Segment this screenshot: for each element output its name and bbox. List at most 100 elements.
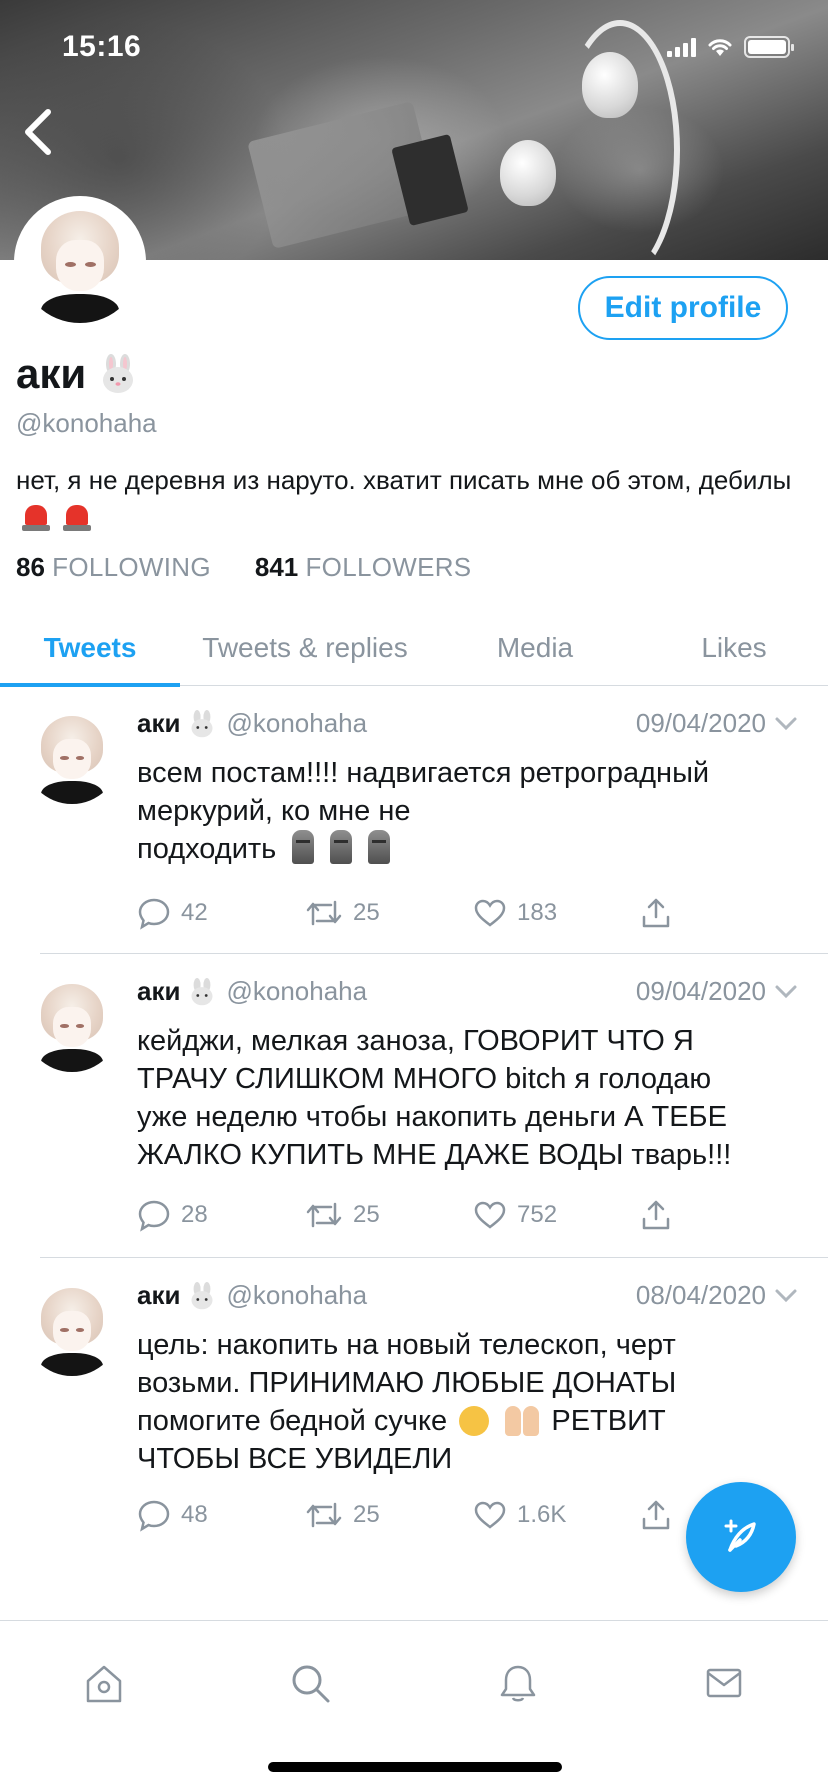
- heart-icon: [474, 1501, 506, 1529]
- nav-home[interactable]: [74, 1653, 134, 1713]
- tweet-text-line: ЧТОБЫ ВСЕ УВИДЕЛИ: [137, 1443, 453, 1475]
- avatar[interactable]: [24, 1280, 120, 1376]
- like-button[interactable]: 183: [473, 898, 641, 928]
- reply-button[interactable]: 42: [137, 896, 305, 930]
- mail-icon: [706, 1668, 742, 1698]
- retweet-button[interactable]: 25: [305, 898, 473, 928]
- compose-tweet-button[interactable]: [686, 1482, 796, 1592]
- tweet-text-line: цель: накопить на новый телескоп, черт: [137, 1329, 676, 1361]
- back-button[interactable]: [18, 104, 58, 160]
- tweet-header: аки @konohaha 09/04/2020: [137, 976, 798, 1007]
- following-count: 86: [16, 552, 45, 582]
- tweet-text: цель: накопить на новый телескоп, черт в…: [137, 1326, 807, 1478]
- comment-icon: [138, 1200, 170, 1232]
- tab-tweets-replies[interactable]: Tweets & replies: [180, 610, 430, 686]
- chevron-left-icon: [25, 109, 51, 155]
- retweet-icon: [306, 1202, 342, 1228]
- retweet-icon: [306, 1502, 342, 1528]
- nav-search[interactable]: [280, 1653, 340, 1713]
- siren-emoji-icon: [22, 501, 50, 531]
- tweet-text-line: помогите бедной сучке РЕТВИТ: [137, 1405, 666, 1437]
- banner-cable: [560, 20, 680, 260]
- profile-bio-text: нет, я не деревня из наруто. хватит писа…: [16, 465, 792, 495]
- tweet-text-line: возьми. ПРИНИМАЮ ЛЮБЫЕ ДОНАТЫ: [137, 1367, 677, 1399]
- tweet[interactable]: аки @konohaha 09/04/2020 всем постам!!!!…: [0, 686, 828, 954]
- search-icon: [292, 1665, 330, 1703]
- profile-bio: нет, я не деревня из наруто. хватит писа…: [16, 462, 806, 534]
- share-icon: [642, 1200, 670, 1230]
- chevron-down-icon[interactable]: [774, 984, 798, 1000]
- share-button[interactable]: [641, 1199, 809, 1231]
- share-button[interactable]: [641, 897, 809, 929]
- profile-stats: 86 FOLLOWING 841 FOLLOWERS: [16, 552, 471, 583]
- nav-messages[interactable]: [694, 1653, 754, 1713]
- profile-tabs: Tweets Tweets & replies Media Likes: [0, 610, 828, 687]
- avatar[interactable]: [24, 976, 120, 1072]
- tweet-text: кейджи, мелкая заноза, ГОВОРИТ ЧТО Я ТРА…: [137, 1022, 807, 1174]
- reply-count: 28: [181, 1201, 208, 1228]
- reply-count: 48: [181, 1501, 208, 1528]
- chevron-down-icon[interactable]: [774, 1288, 798, 1304]
- tweet-author-handle: @konohaha: [226, 1280, 368, 1310]
- profile-handle: @konohaha: [16, 408, 157, 438]
- open-hands-emoji-icon: [505, 1406, 540, 1436]
- retweet-button[interactable]: 25: [305, 1500, 473, 1530]
- retweet-count: 25: [353, 899, 380, 926]
- tweet-actions: 42 25 183: [137, 896, 809, 930]
- avatar[interactable]: [24, 708, 120, 804]
- tweet-author-name: аки: [137, 976, 181, 1006]
- signal-icon: [667, 37, 696, 57]
- share-icon: [642, 898, 670, 928]
- siren-emoji-icon: [63, 501, 92, 531]
- like-count: 1.6K: [517, 1501, 567, 1528]
- bottom-nav: [0, 1620, 828, 1740]
- like-button[interactable]: 752: [473, 1200, 641, 1230]
- rabbit-emoji-icon: [191, 1281, 213, 1309]
- tired-face-emoji-icon: [459, 1406, 490, 1436]
- tweet-author-name: аки: [137, 708, 181, 738]
- tweet-text-line: подходить: [137, 830, 807, 868]
- tab-likes[interactable]: Likes: [640, 610, 828, 686]
- profile-name-text: аки: [16, 350, 87, 397]
- tab-tweets[interactable]: Tweets: [0, 610, 180, 687]
- profile-avatar[interactable]: [14, 196, 146, 328]
- retweet-count: 25: [353, 1201, 380, 1228]
- tweet[interactable]: аки @konohaha 09/04/2020 кейджи, мелкая …: [0, 954, 828, 1258]
- retweet-icon: [306, 900, 342, 926]
- moai-emoji-icon: [292, 830, 315, 864]
- like-count: 183: [517, 899, 558, 926]
- bell-icon: [500, 1665, 536, 1702]
- followers-label: FOLLOWERS: [305, 552, 472, 582]
- reply-button[interactable]: 48: [137, 1498, 305, 1532]
- like-button[interactable]: 1.6K: [473, 1500, 641, 1530]
- tweet-author-name: аки: [137, 1280, 181, 1310]
- reply-count: 42: [181, 899, 208, 926]
- chevron-down-icon[interactable]: [774, 716, 798, 732]
- tweet-header: аки @konohaha 08/04/2020: [137, 1280, 798, 1311]
- rabbit-emoji-icon: [191, 977, 213, 1005]
- edit-profile-button[interactable]: Edit profile: [578, 276, 788, 340]
- tweet-text: всем постам!!!! надвигается ретроградный…: [137, 754, 807, 868]
- home-icon: [86, 1665, 122, 1703]
- retweet-button[interactable]: 25: [305, 1200, 473, 1230]
- banner-earbud: [500, 140, 556, 206]
- moai-emoji-icon: [368, 830, 391, 864]
- following-stat[interactable]: 86 FOLLOWING: [16, 552, 211, 583]
- tab-media[interactable]: Media: [430, 610, 640, 686]
- battery-icon: [744, 36, 794, 58]
- feather-plus-icon: [724, 1519, 756, 1552]
- avatar: [19, 201, 141, 323]
- comment-icon: [138, 898, 170, 930]
- status-icons: [667, 36, 794, 58]
- retweet-count: 25: [353, 1501, 380, 1528]
- tweet-header: аки @konohaha 09/04/2020: [137, 708, 798, 739]
- tweet-date: 09/04/2020: [635, 708, 766, 738]
- tweet-actions: 28 25 752: [137, 1198, 809, 1232]
- status-time: 15:16: [62, 30, 142, 63]
- tweet-date: 09/04/2020: [635, 976, 766, 1006]
- reply-button[interactable]: 28: [137, 1198, 305, 1232]
- followers-stat[interactable]: 841 FOLLOWERS: [255, 552, 472, 583]
- like-count: 752: [517, 1201, 558, 1228]
- home-indicator: [268, 1762, 562, 1772]
- nav-notifications[interactable]: [488, 1653, 548, 1713]
